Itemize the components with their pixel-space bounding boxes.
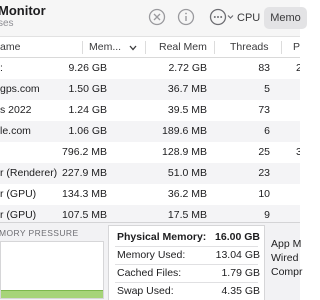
column-divider — [145, 41, 146, 54]
column-divider — [214, 41, 215, 54]
category-tabs: CPU Memo — [233, 7, 307, 29]
column-header-name[interactable]: ame — [0, 37, 20, 58]
real-mem-value: 189.6 MB — [162, 125, 207, 137]
memory-value: 1.24 GB — [68, 104, 107, 116]
memory-value: 227.9 MB — [62, 167, 107, 179]
stat-cached-files: Cached Files: 1.79 GB — [109, 264, 266, 282]
memory-stats-box: Physical Memory: 16.00 GB Memory Used: 1… — [108, 225, 265, 300]
table-row[interactable]: s 2022 1.24 GB 39.5 MB 73 — [0, 100, 300, 121]
app-title: Monitor — [0, 3, 46, 18]
table-row[interactable]: 796.2 MB 128.9 MB 25 3 — [0, 142, 300, 163]
table-row[interactable]: r (GPU) 107.5 MB 17.5 MB 9 — [0, 205, 300, 222]
app-subtitle: ses — [0, 18, 14, 29]
process-name: gps.com — [0, 83, 40, 95]
column-divider — [82, 41, 83, 54]
threads-value: 25 — [258, 146, 270, 158]
more-actions-button[interactable] — [208, 7, 236, 27]
info-icon — [177, 8, 195, 26]
ports-value: 2 — [296, 62, 300, 74]
tab-cpu[interactable]: CPU — [233, 7, 264, 29]
sort-descending-icon[interactable] — [128, 37, 140, 58]
real-mem-value: 2.72 GB — [168, 62, 207, 74]
process-name: le.com — [0, 125, 31, 137]
stat-label: Swap Used: — [117, 285, 174, 297]
ports-value: 3 — [296, 146, 300, 158]
column-header-real-mem[interactable]: Real Mem — [159, 37, 207, 58]
memory-summary-panel: MORY PRESSURE Physical Memory: 16.00 GB … — [0, 222, 303, 300]
table-row[interactable]: gps.com 1.50 GB 36.7 MB 5 — [0, 79, 300, 100]
memory-value: 134.3 MB — [62, 188, 107, 200]
process-table: : 9.26 GB 2.72 GB 83 2 gps.com 1.50 GB 3… — [0, 58, 300, 222]
legend-app-memory: App M — [271, 238, 302, 250]
legend-wired-memory: Wired — [271, 252, 299, 264]
stat-label: Memory Used: — [117, 249, 186, 261]
memory-value: 796.2 MB — [62, 146, 107, 158]
threads-value: 9 — [264, 209, 270, 221]
memory-value: 9.26 GB — [68, 62, 107, 74]
memory-pressure-fill — [1, 289, 103, 298]
memory-pressure-graph — [0, 241, 104, 299]
process-name: r (GPU) — [0, 209, 37, 221]
memory-value: 1.50 GB — [68, 83, 107, 95]
stat-value: 16.00 GB — [215, 231, 260, 243]
memory-pressure-title: MORY PRESSURE — [0, 228, 79, 238]
process-name: r (Renderer) — [0, 167, 58, 179]
table-row[interactable]: r (GPU) 134.3 MB 36.2 MB 10 — [0, 184, 300, 205]
ellipsis-circle-icon — [209, 8, 234, 26]
threads-value: 83 — [258, 62, 270, 74]
window-toolbar: Monitor ses CPU Memo — [0, 0, 307, 36]
process-name: s 2022 — [0, 104, 32, 116]
stat-value: 13.04 GB — [215, 249, 260, 261]
threads-value: 6 — [264, 125, 270, 137]
column-divider — [281, 41, 282, 54]
stat-value: 4.35 GB — [221, 285, 260, 297]
memory-breakdown-legend: App M Wired Compr — [271, 237, 311, 279]
real-mem-value: 17.5 MB — [167, 209, 207, 221]
column-header-threads[interactable]: Threads — [230, 37, 269, 58]
process-name: : — [0, 62, 3, 74]
stat-value: 1.79 GB — [221, 267, 260, 279]
threads-value: 10 — [258, 188, 270, 200]
table-row[interactable]: r (Renderer) 227.9 MB 51.0 MB 23 — [0, 163, 300, 184]
threads-value: 23 — [258, 167, 270, 179]
stat-swap-used: Swap Used: 4.35 GB — [109, 282, 266, 300]
column-header-memory[interactable]: Mem... — [89, 37, 121, 58]
memory-value: 1.06 GB — [68, 125, 107, 137]
stop-process-button[interactable] — [147, 7, 167, 27]
memory-pressure-section: MORY PRESSURE — [0, 223, 107, 300]
memory-value: 107.5 MB — [62, 209, 107, 221]
inspect-process-button[interactable] — [176, 7, 196, 27]
real-mem-value: 51.0 MB — [167, 167, 207, 179]
threads-value: 5 — [264, 83, 270, 95]
process-name: r (GPU) — [0, 188, 37, 200]
table-row[interactable]: le.com 1.06 GB 189.6 MB 6 — [0, 121, 300, 142]
real-mem-value: 36.7 MB — [167, 83, 207, 95]
stat-label: Physical Memory: — [117, 231, 207, 243]
stat-physical-memory: Physical Memory: 16.00 GB — [109, 228, 266, 246]
real-mem-value: 128.9 MB — [162, 146, 207, 158]
table-header: ame Mem... Real Mem Threads P — [0, 36, 300, 58]
legend-compressed: Compr — [271, 266, 303, 278]
real-mem-value: 39.5 MB — [167, 104, 207, 116]
column-header-ports[interactable]: P — [293, 37, 300, 58]
real-mem-value: 36.2 MB — [167, 188, 207, 200]
table-row[interactable]: : 9.26 GB 2.72 GB 83 2 — [0, 58, 300, 79]
stat-label: Cached Files: — [117, 267, 182, 279]
stop-process-icon — [148, 8, 166, 26]
tab-memory[interactable]: Memo — [264, 7, 307, 29]
threads-value: 73 — [258, 104, 270, 116]
stat-memory-used: Memory Used: 13.04 GB — [109, 246, 266, 264]
